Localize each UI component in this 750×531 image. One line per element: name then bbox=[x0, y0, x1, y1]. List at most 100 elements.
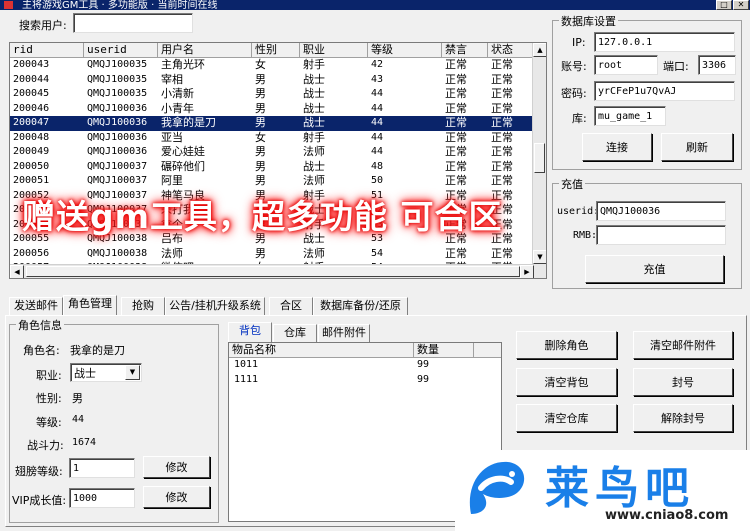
tab-3[interactable]: 公告/挂机升级系统 bbox=[165, 297, 265, 315]
table-cell: 正常 bbox=[491, 72, 513, 86]
grid-col-6[interactable]: 禁言 bbox=[442, 43, 488, 57]
password-field[interactable]: yrCFeP1u7QvAJ bbox=[594, 81, 735, 101]
tab-4[interactable]: 合区 bbox=[269, 297, 313, 315]
wing-field[interactable]: 1 bbox=[69, 458, 135, 478]
table-row[interactable]: 200043 QMQJ100035 主角光环 女 射手 42 正常 正常 bbox=[10, 58, 546, 73]
horizontal-scrollbar[interactable]: ◀ ▶ bbox=[10, 264, 534, 278]
db-field[interactable]: mu_game_1 bbox=[594, 106, 666, 126]
table-cell: 正常 bbox=[491, 145, 513, 158]
db-label: 库: bbox=[572, 112, 587, 125]
tab-2[interactable]: 抢购 bbox=[121, 297, 165, 315]
table-row[interactable]: 200045 QMQJ100035 小清新 男 战士 44 正常 正常 bbox=[10, 87, 546, 102]
table-cell: 战士 bbox=[303, 101, 325, 115]
table-row[interactable]: 200047 QMQJ100036 我拿的是刀 男 战士 44 正常 正常 bbox=[10, 116, 546, 131]
table-cell: 48 bbox=[371, 160, 384, 172]
inventory-tab-2[interactable]: 邮件附件 bbox=[318, 324, 370, 342]
table-cell: 小清新 bbox=[161, 87, 194, 100]
table-cell: 200048 bbox=[13, 131, 50, 143]
table-cell: 43 bbox=[371, 73, 384, 85]
inventory-tab-0[interactable]: 背包 bbox=[228, 322, 272, 342]
table-row[interactable]: 200051 QMQJ100037 阿里 男 法师 50 正常 正常 bbox=[10, 174, 546, 189]
grid-col-5[interactable]: 等级 bbox=[368, 43, 442, 57]
hscroll-thumb[interactable] bbox=[26, 266, 520, 277]
inventory-row[interactable]: 1111 99 bbox=[229, 373, 501, 388]
table-cell: 50 bbox=[371, 175, 384, 186]
scroll-left-icon[interactable]: ◀ bbox=[10, 265, 24, 278]
vertical-scrollbar[interactable]: ▲ ▼ bbox=[532, 43, 546, 278]
clear-store-button[interactable]: 清空仓库 bbox=[516, 404, 617, 432]
table-cell: 44 bbox=[371, 117, 384, 128]
table-cell: 男 bbox=[255, 87, 266, 100]
vip-field[interactable]: 1000 bbox=[69, 488, 135, 508]
table-row[interactable]: 200044 QMQJ100035 宰相 男 战士 43 正常 正常 bbox=[10, 73, 546, 88]
refresh-button[interactable]: 刷新 bbox=[661, 133, 733, 161]
table-cell: QMQJ100036 bbox=[87, 117, 148, 128]
table-cell: QMQJ100035 bbox=[87, 73, 148, 85]
tab-0[interactable]: 发送邮件 bbox=[9, 297, 63, 315]
logo-url: www.cniao8.com bbox=[605, 508, 729, 523]
grid-col-7[interactable]: 状态 bbox=[488, 43, 534, 57]
table-cell: 200046 bbox=[13, 102, 50, 114]
wing-modify-button[interactable]: 修改 bbox=[143, 456, 210, 478]
table-row[interactable]: 200050 QMQJ100037 碾碎他们 男 战士 48 正常 正常 bbox=[10, 160, 546, 175]
unban-button[interactable]: 解除封号 bbox=[633, 404, 733, 432]
grid-col-2[interactable]: 用户名 bbox=[158, 43, 252, 57]
grid-col-1[interactable]: userid bbox=[84, 43, 158, 57]
table-cell: 正常 bbox=[445, 174, 467, 187]
table-row[interactable]: 200049 QMQJ100036 爱心娃娃 男 法师 44 正常 正常 bbox=[10, 145, 546, 160]
clear-bag-button[interactable]: 清空背包 bbox=[516, 368, 617, 396]
title-bar: 主将游戏GM工具 · 多功能版 · 当前时间在线 □ ✕ bbox=[0, 0, 750, 10]
table-cell: 主角光环 bbox=[161, 58, 205, 71]
table-cell: 44 bbox=[371, 88, 384, 99]
scroll-thumb[interactable] bbox=[534, 143, 545, 173]
maximize-button[interactable]: □ bbox=[716, 0, 732, 10]
rmb-field[interactable] bbox=[596, 225, 726, 245]
inventory-tab-1[interactable]: 仓库 bbox=[273, 324, 317, 342]
chevron-down-icon[interactable]: ▼ bbox=[125, 365, 140, 380]
table-row[interactable]: 200056 QMQJ100038 法师 男 法师 54 正常 正常 bbox=[10, 247, 546, 262]
table-cell: 男 bbox=[255, 159, 266, 173]
search-label: 搜索用户: bbox=[19, 19, 67, 32]
grid-col-3[interactable]: 性别 bbox=[252, 43, 300, 57]
close-button[interactable]: ✕ bbox=[733, 0, 749, 10]
table-cell: QMQJ100037 bbox=[87, 175, 148, 186]
grid-header: rid userid 用户名 性别 职业 等级 禁言 状态 bbox=[10, 43, 546, 58]
logo-text: 莱鸟吧 bbox=[545, 463, 695, 514]
inventory-row[interactable]: 1011 99 bbox=[229, 358, 501, 373]
recharge-button[interactable]: 充值 bbox=[585, 255, 724, 283]
table-cell: 正常 bbox=[445, 246, 467, 260]
table-row[interactable]: 200046 QMQJ100036 小青年 男 战士 44 正常 正常 bbox=[10, 102, 546, 117]
table-cell: 女 bbox=[255, 58, 266, 71]
grid-col-0[interactable]: rid bbox=[10, 43, 84, 57]
scroll-down-icon[interactable]: ▼ bbox=[533, 250, 546, 264]
connect-button[interactable]: 连接 bbox=[582, 133, 652, 161]
table-row[interactable]: 200048 QMQJ100036 亚当 女 射手 44 正常 正常 bbox=[10, 131, 546, 146]
job-select[interactable]: 战士 ▼ bbox=[70, 363, 142, 382]
table-cell: 法师 bbox=[303, 246, 325, 260]
inventory-cell-name: 1111 bbox=[234, 373, 259, 385]
account-field[interactable]: root bbox=[594, 55, 658, 75]
recharge-userid-field[interactable]: QMQJ100036 bbox=[596, 201, 726, 221]
role-name-value: 我拿的是刀 bbox=[70, 344, 125, 357]
table-cell: 正常 bbox=[491, 174, 513, 187]
job-select-value: 战士 bbox=[74, 367, 96, 380]
window-title: 主将游戏GM工具 · 多功能版 · 当前时间在线 bbox=[22, 0, 218, 10]
scroll-up-icon[interactable]: ▲ bbox=[533, 43, 546, 57]
clear-mail-attachments-button[interactable]: 清空邮件附件 bbox=[633, 331, 733, 359]
port-field[interactable]: 3306 bbox=[698, 55, 736, 75]
table-cell: 男 bbox=[255, 101, 266, 115]
ip-field[interactable]: 127.0.0.1 bbox=[594, 32, 735, 52]
role-info-title: 角色信息 bbox=[16, 317, 64, 333]
grid-col-4[interactable]: 职业 bbox=[300, 43, 368, 57]
ban-button[interactable]: 封号 bbox=[633, 368, 733, 396]
table-cell: 小青年 bbox=[161, 101, 194, 115]
table-cell: 碾碎他们 bbox=[161, 159, 205, 173]
vip-modify-button[interactable]: 修改 bbox=[143, 486, 210, 508]
table-cell: 男 bbox=[255, 145, 266, 158]
tab-5[interactable]: 数据库备份/还原 bbox=[313, 297, 408, 315]
delete-role-button[interactable]: 删除角色 bbox=[516, 331, 617, 359]
search-input[interactable] bbox=[73, 13, 193, 33]
table-cell: 200043 bbox=[13, 59, 50, 70]
scroll-right-icon[interactable]: ▶ bbox=[520, 265, 534, 278]
tab-1[interactable]: 角色管理 bbox=[63, 295, 117, 315]
